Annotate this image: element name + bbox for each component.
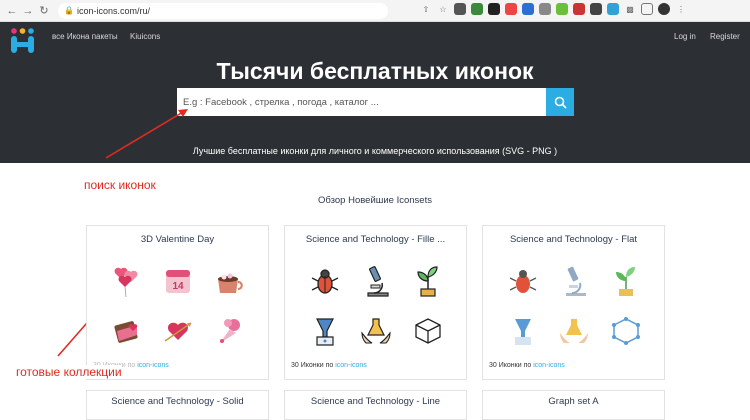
card-title[interactable]: Science and Technology - Fille ... [285, 234, 466, 245]
card-title[interactable]: 3D Valentine Day [87, 234, 268, 245]
bug-icon [509, 270, 537, 293]
search-arrow [105, 111, 184, 159]
iconset-card-science-filled[interactable]: Science and Technology - Fille ... 30 Ик… [284, 225, 467, 380]
card-title[interactable]: Graph set A [483, 396, 664, 407]
card-footer: 30 Иконки по icon-icons [291, 362, 367, 369]
hands-flask-icon [560, 319, 589, 343]
card-author-link[interactable]: icon-icons [335, 362, 367, 369]
flower-bouquet-icon [220, 319, 241, 343]
annotation-search: поиск иконок [84, 178, 156, 192]
plant-icon [616, 267, 636, 296]
bug-icon [311, 269, 339, 294]
molecule-structure-icon [612, 317, 641, 345]
card-title[interactable]: Science and Technology - Line [285, 396, 466, 407]
annotation-collections: готовые коллекции [16, 365, 122, 379]
iconset-card-science-solid[interactable]: Science and Technology - Solid [86, 390, 269, 420]
search-arrow-head [178, 109, 188, 117]
plant-icon [417, 266, 438, 297]
iconset-card-valentine[interactable]: 3D Valentine Day 14 по icon-icons [86, 225, 269, 380]
card-icon-grid: 14 [101, 256, 256, 356]
card-footer: 30 Иконки по icon-icons [489, 362, 565, 369]
section-title: Обзор Новейшие Iconsets [318, 195, 432, 206]
hot-chocolate-icon [218, 273, 243, 293]
chocolate-bar-icon [114, 321, 138, 343]
calendar-14-icon: 14 [166, 270, 191, 293]
filter-funnel-icon [315, 318, 334, 346]
card-icon-count: 30 Иконки по [291, 362, 334, 369]
filter-funnel-icon [514, 319, 531, 345]
heart-balloons-icon [114, 267, 138, 298]
card-icon-grid [299, 256, 454, 356]
card-author-link[interactable]: icon-icons [533, 362, 565, 369]
hands-flask-icon [361, 318, 392, 344]
card-icon-grid [497, 256, 652, 356]
card-author-link[interactable]: icon-icons [137, 362, 169, 369]
iconset-card-science-flat[interactable]: Science and Technology - Flat 30 Иконки … [482, 225, 665, 380]
microscope-icon [367, 266, 390, 297]
card-title[interactable]: Science and Technology - Flat [483, 234, 664, 245]
iconset-card-graph-set[interactable]: Graph set A [482, 390, 665, 420]
microscope-icon [566, 266, 587, 296]
card-title[interactable]: Science and Technology - Solid [87, 396, 268, 407]
molecule-structure-icon [415, 318, 441, 344]
iconset-card-science-line[interactable]: Science and Technology - Line [284, 390, 467, 420]
heart-arrow-icon [165, 322, 192, 342]
svg-text:14: 14 [173, 281, 185, 292]
card-icon-count: 30 Иконки по [489, 362, 532, 369]
